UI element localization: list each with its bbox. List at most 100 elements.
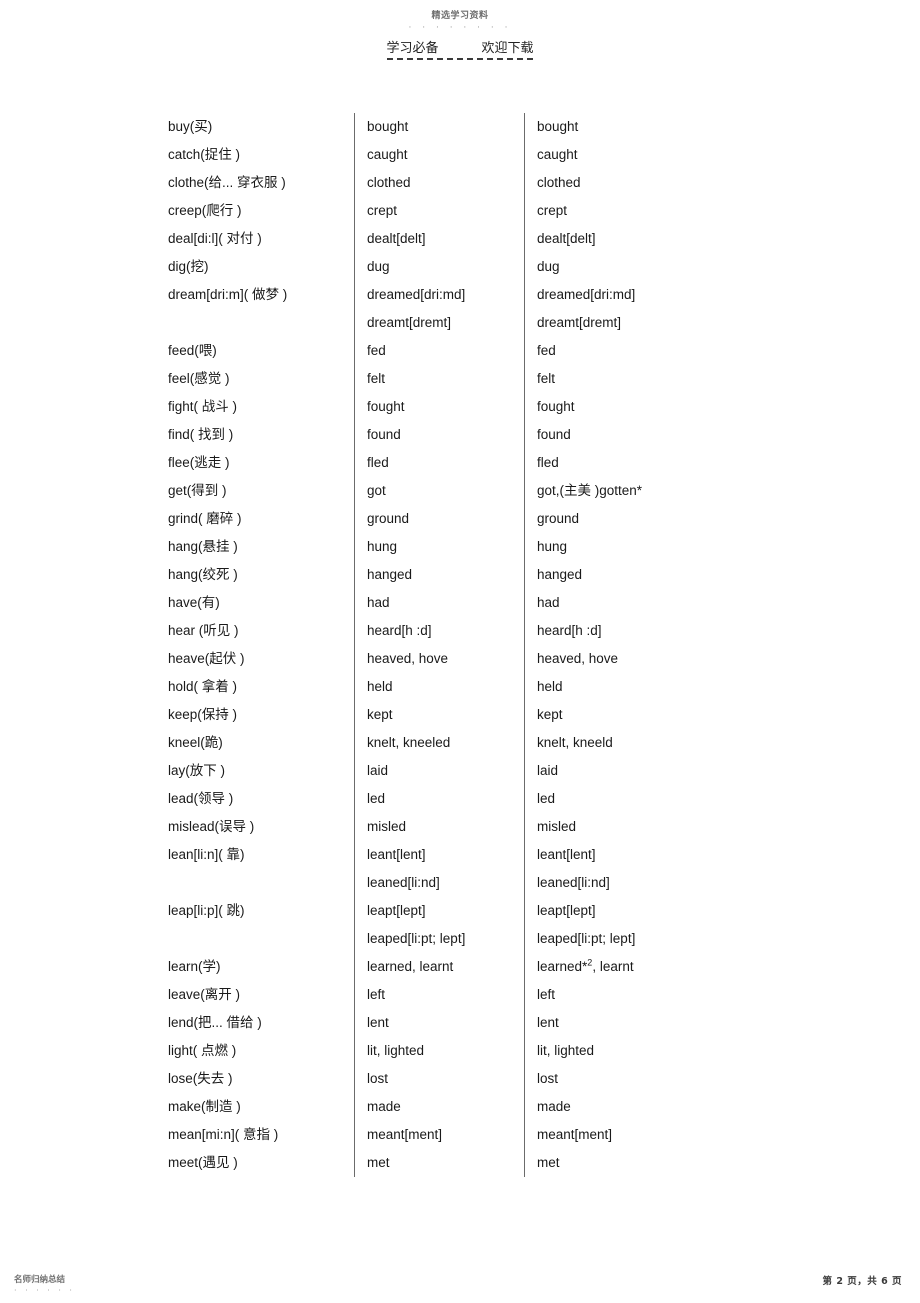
verb-past-participle-cell: learned*2, learnt <box>524 953 734 981</box>
verb-past-participle-cell: knelt, kneeld <box>524 729 734 757</box>
verb-past-participle-cell: kept <box>524 701 734 729</box>
verb-past-participle-cell: bought <box>524 113 734 141</box>
verb-past-tense-cell: heaved, hove <box>354 645 524 673</box>
verb-past-tense-cell: misled <box>354 813 524 841</box>
verb-infinitive-cell: fight( 战斗 ) <box>168 399 238 414</box>
table-row: feed(喂) fed fed <box>168 337 728 365</box>
verb-past-participle-cell: heaved, hove <box>524 645 734 673</box>
verb-past-tense-cell: hung <box>354 533 524 561</box>
verb-past-tense-cell: leaped[li:pt; lept] <box>354 925 524 953</box>
verb-past-tense-cell: learned, learnt <box>354 953 524 981</box>
verb-past-participle-cell: leapt[lept] <box>524 897 734 925</box>
verb-infinitive-cell: heave(起伏 ) <box>168 651 245 666</box>
table-row: kneel(跪) knelt, kneeled knelt, kneeld <box>168 729 728 757</box>
verb-past-participle-cell: heard[h :d] <box>524 617 734 645</box>
verb-infinitive-cell: flee(逃走 ) <box>168 455 230 470</box>
verb-past-participle-cell: clothed <box>524 169 734 197</box>
verb-past-participle-cell: fled <box>524 449 734 477</box>
table-row: find( 找到 ) found found <box>168 421 728 449</box>
verb-past-participle-cell: led <box>524 785 734 813</box>
verb-past-tense-cell: lit, lighted <box>354 1037 524 1065</box>
verb-past-participle-cell: ground <box>524 505 734 533</box>
verb-past-participle-cell: dreamt[dremt] <box>524 309 734 337</box>
footer-watermark-dots: · · · · · · <box>14 1286 75 1295</box>
verb-past-participle-cell: laid <box>524 757 734 785</box>
table-row: mean[mi:n]( 意指 ) meant[ment] meant[ment] <box>168 1121 728 1149</box>
verb-past-tense-cell: led <box>354 785 524 813</box>
verb-past-tense-cell: clothed <box>354 169 524 197</box>
verb-infinitive-cell: have(有) <box>168 595 220 610</box>
table-row: feel(感觉 ) felt felt <box>168 365 728 393</box>
verb-past-tense-cell: dreamt[dremt] <box>354 309 524 337</box>
verb-past-tense-cell: crept <box>354 197 524 225</box>
verb-past-tense-cell: lent <box>354 1009 524 1037</box>
table-row: clothe(给... 穿衣服 ) clothed clothed <box>168 169 728 197</box>
verb-past-tense-cell: heard[h :d] <box>354 617 524 645</box>
verb-past-tense-cell: fought <box>354 393 524 421</box>
verb-past-participle-cell: leaped[li:pt; lept] <box>524 925 734 953</box>
verb-past-participle-cell: held <box>524 673 734 701</box>
table-row: grind( 磨碎 ) ground ground <box>168 505 728 533</box>
table-row: keep(保持 ) kept kept <box>168 701 728 729</box>
verb-past-participle-cell: hung <box>524 533 734 561</box>
page-indicator: 第 2 页，共 6 页 <box>822 1276 902 1287</box>
verb-infinitive-cell: kneel(跪) <box>168 735 223 750</box>
table-row: flee(逃走 ) fled fled <box>168 449 728 477</box>
verb-past-participle-cell: had <box>524 589 734 617</box>
verb-past-tense-cell: dug <box>354 253 524 281</box>
verb-past-tense-cell: bought <box>354 113 524 141</box>
verb-infinitive-cell: hang(悬挂 ) <box>168 539 238 554</box>
table-row: lose(失去 ) lost lost <box>168 1065 728 1093</box>
verb-infinitive-cell: light( 点燃 ) <box>168 1043 237 1058</box>
verb-infinitive-cell: feed(喂) <box>168 343 217 358</box>
verb-past-participle-cell: leaned[li:nd] <box>524 869 734 897</box>
verb-past-participle-cell: dreamed[dri:md] <box>524 281 734 309</box>
table-row: hear (听见 ) heard[h :d] heard[h :d] <box>168 617 728 645</box>
top-watermark: 精选学习资料 · · · · · · · · <box>0 8 920 33</box>
verb-past-participle-cell: lent <box>524 1009 734 1037</box>
verb-past-tense-cell: left <box>354 981 524 1009</box>
table-row: leaped[li:pt; lept] leaped[li:pt; lept] <box>168 925 728 953</box>
verb-past-tense-cell: hanged <box>354 561 524 589</box>
table-row: buy(买) bought bought <box>168 113 728 141</box>
verb-past-participle-cell: misled <box>524 813 734 841</box>
verb-past-participle-cell: made <box>524 1093 734 1121</box>
verb-infinitive-cell: clothe(给... 穿衣服 ) <box>168 175 286 190</box>
verb-infinitive-cell: lend(把... 借给 ) <box>168 1015 262 1030</box>
verb-infinitive-cell: hold( 拿着 ) <box>168 679 238 694</box>
verb-infinitive-cell: lose(失去 ) <box>168 1071 233 1086</box>
table-row: hold( 拿着 ) held held <box>168 673 728 701</box>
table-row: hang(绞死 ) hanged hanged <box>168 561 728 589</box>
verb-infinitive-cell: hear (听见 ) <box>168 623 239 638</box>
verb-infinitive-cell: keep(保持 ) <box>168 707 238 722</box>
verb-infinitive-cell: dig(挖) <box>168 259 209 274</box>
verb-past-participle-cell: caught <box>524 141 734 169</box>
verb-past-participle-cell: hanged <box>524 561 734 589</box>
verb-infinitive-cell: make(制造 ) <box>168 1099 241 1114</box>
table-row: dig(挖) dug dug <box>168 253 728 281</box>
verb-past-tense-cell: laid <box>354 757 524 785</box>
top-watermark-dots: · · · · · · · · <box>408 23 512 33</box>
header-right-label: 欢迎下载 <box>481 41 534 56</box>
table-row: meet(遇见 ) met met <box>168 1149 728 1177</box>
table-row: catch(捉住 ) caught caught <box>168 141 728 169</box>
top-watermark-text: 精选学习资料 <box>431 11 489 21</box>
table-row: hang(悬挂 ) hung hung <box>168 533 728 561</box>
table-row: dreamt[dremt] dreamt[dremt] <box>168 309 728 337</box>
verb-past-tense-cell: leapt[lept] <box>354 897 524 925</box>
table-row: make(制造 ) made made <box>168 1093 728 1121</box>
verb-past-tense-cell: kept <box>354 701 524 729</box>
table-row: leap[li:p]( 跳) leapt[lept] leapt[lept] <box>168 897 728 925</box>
verb-infinitive-cell: mean[mi:n]( 意指 ) <box>168 1127 279 1142</box>
verb-past-participle-cell: meant[ment] <box>524 1121 734 1149</box>
verb-past-tense-cell: leaned[li:nd] <box>354 869 524 897</box>
verb-past-participle-cell: dealt[delt] <box>524 225 734 253</box>
verb-past-participle-cell: left <box>524 981 734 1009</box>
verb-past-participle-cell: felt <box>524 365 734 393</box>
verb-past-participle-cell: met <box>524 1149 734 1177</box>
verb-infinitive-cell: creep(爬行 ) <box>168 203 242 218</box>
verb-past-tense-cell: lost <box>354 1065 524 1093</box>
verb-past-tense-cell: found <box>354 421 524 449</box>
table-row: fight( 战斗 ) fought fought <box>168 393 728 421</box>
verb-past-participle-cell: leant[lent] <box>524 841 734 869</box>
